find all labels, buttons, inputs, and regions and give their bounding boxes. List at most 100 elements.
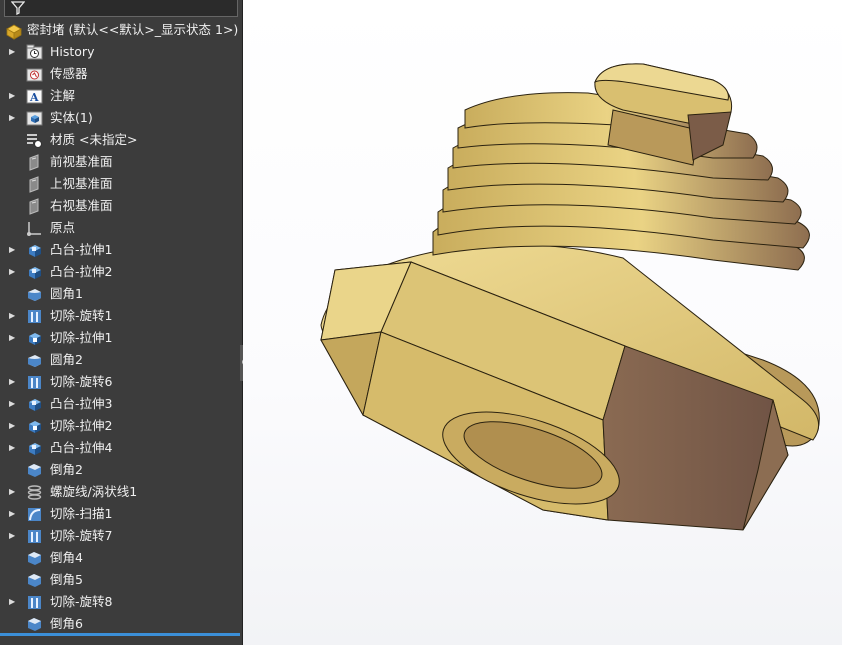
tree-item[interactable]: ▶ 实体(1) xyxy=(0,107,242,129)
tree-item-label: 切除-拉伸1 xyxy=(50,330,113,345)
tree-item[interactable]: ▶ A 注解 xyxy=(0,85,242,107)
tree-item-label: 右视基准面 xyxy=(50,198,113,213)
tree-root-part[interactable]: 密封堵 (默认<<默认>_显示状态 1>) xyxy=(0,19,242,41)
expand-arrow-icon[interactable]: ▶ xyxy=(9,239,17,261)
feature-tree: 密封堵 (默认<<默认>_显示状态 1>) ▶ History 传感器 ▶ A 注解 ▶ 实体… xyxy=(0,19,242,635)
plane-icon xyxy=(26,198,43,215)
tree-root-label: 密封堵 (默认<<默认>_显示状态 1>) xyxy=(27,22,239,37)
cut-extrude-icon xyxy=(26,418,43,435)
boss-extrude-icon xyxy=(26,264,43,281)
boss-extrude-icon xyxy=(26,242,43,259)
filter-bar[interactable] xyxy=(4,0,238,17)
tree-item-label: 圆角1 xyxy=(50,286,83,301)
tree-item[interactable]: ▶ 切除-扫描1 xyxy=(0,503,242,525)
origin-icon xyxy=(26,220,43,237)
expand-arrow-icon[interactable]: ▶ xyxy=(9,371,17,393)
boss-extrude-icon xyxy=(26,396,43,413)
tree-item-label: 切除-旋转6 xyxy=(50,374,113,389)
tree-item[interactable]: 传感器 xyxy=(0,63,242,85)
tree-item[interactable]: 前视基准面 xyxy=(0,151,242,173)
tree-item-label: 倒角5 xyxy=(50,572,83,587)
expand-arrow-icon[interactable]: ▶ xyxy=(9,107,17,129)
cut-extrude-icon xyxy=(26,330,43,347)
tree-item-label: 材质 <未指定> xyxy=(50,132,138,147)
sensors-icon xyxy=(26,66,43,83)
graphics-viewport[interactable] xyxy=(243,0,842,645)
tree-item[interactable]: ▶ 凸台-拉伸4 xyxy=(0,437,242,459)
tree-item-label: 传感器 xyxy=(50,66,88,81)
tree-item-label: 凸台-拉伸3 xyxy=(50,396,113,411)
chamfer-icon xyxy=(26,550,43,567)
tree-item[interactable]: ▶ 切除-旋转7 xyxy=(0,525,242,547)
tree-end-marker xyxy=(0,633,240,636)
material-icon xyxy=(26,132,43,149)
tree-item-label: 凸台-拉伸1 xyxy=(50,242,113,257)
fillet-icon xyxy=(26,286,43,303)
solid-bodies-icon xyxy=(26,110,43,127)
tree-item[interactable]: 圆角2 xyxy=(0,349,242,371)
helix-icon xyxy=(26,484,43,501)
tree-item-label: 切除-拉伸2 xyxy=(50,418,113,433)
filter-icon[interactable] xyxy=(11,1,25,15)
tree-item[interactable]: 倒角5 xyxy=(0,569,242,591)
expand-arrow-icon[interactable]: ▶ xyxy=(9,415,17,437)
tree-item-label: History xyxy=(50,44,95,59)
tree-item[interactable]: 倒角6 xyxy=(0,613,242,635)
expand-arrow-icon[interactable]: ▶ xyxy=(9,261,17,283)
tree-item[interactable]: ▶ 凸台-拉伸2 xyxy=(0,261,242,283)
plug-model xyxy=(320,63,820,531)
3d-model-view xyxy=(320,63,820,531)
tree-item[interactable]: 上视基准面 xyxy=(0,173,242,195)
tree-item-label: 切除-扫描1 xyxy=(50,506,113,521)
expand-arrow-icon[interactable]: ▶ xyxy=(9,525,17,547)
cut-sweep-icon xyxy=(26,506,43,523)
cut-revolve-icon xyxy=(26,528,43,545)
tree-item-label: 倒角4 xyxy=(50,550,83,565)
tree-item[interactable]: 倒角2 xyxy=(0,459,242,481)
part-icon xyxy=(5,22,22,40)
tree-item[interactable]: ▶ 切除-拉伸2 xyxy=(0,415,242,437)
tree-item-label: 切除-旋转8 xyxy=(50,594,113,609)
chamfer-icon xyxy=(26,462,43,479)
expand-arrow-icon[interactable]: ▶ xyxy=(9,85,17,107)
tree-item-label: 倒角2 xyxy=(50,462,83,477)
cut-revolve-icon xyxy=(26,594,43,611)
cut-revolve-icon xyxy=(26,374,43,391)
tree-item-label: 倒角6 xyxy=(50,616,83,631)
tree-item[interactable]: 原点 xyxy=(0,217,242,239)
tree-item[interactable]: 材质 <未指定> xyxy=(0,129,242,151)
feature-manager-panel: 密封堵 (默认<<默认>_显示状态 1>) ▶ History 传感器 ▶ A 注解 ▶ 实体… xyxy=(0,0,243,645)
tree-item-label: 凸台-拉伸2 xyxy=(50,264,113,279)
tree-item-label: 凸台-拉伸4 xyxy=(50,440,113,455)
annotations-icon: A xyxy=(26,88,43,105)
tree-item-label: 圆角2 xyxy=(50,352,83,367)
tree-item[interactable]: ▶ 切除-旋转1 xyxy=(0,305,242,327)
tree-item[interactable]: ▶ 切除-旋转6 xyxy=(0,371,242,393)
tree-item[interactable]: 倒角4 xyxy=(0,547,242,569)
tree-item[interactable]: ▶ History xyxy=(0,41,242,63)
history-folder-icon xyxy=(26,44,43,61)
expand-arrow-icon[interactable]: ▶ xyxy=(9,503,17,525)
expand-arrow-icon[interactable]: ▶ xyxy=(9,393,17,415)
expand-arrow-icon[interactable]: ▶ xyxy=(9,437,17,459)
tree-item[interactable]: ▶ 切除-旋转8 xyxy=(0,591,242,613)
tree-item[interactable]: ▶ 凸台-拉伸3 xyxy=(0,393,242,415)
expand-arrow-icon[interactable]: ▶ xyxy=(9,41,17,63)
tree-item-label: 上视基准面 xyxy=(50,176,113,191)
plane-icon xyxy=(26,154,43,171)
tree-item[interactable]: ▶ 凸台-拉伸1 xyxy=(0,239,242,261)
expand-arrow-icon[interactable]: ▶ xyxy=(9,327,17,349)
tree-item[interactable]: 圆角1 xyxy=(0,283,242,305)
expand-arrow-icon[interactable]: ▶ xyxy=(9,591,17,613)
tree-item-label: 前视基准面 xyxy=(50,154,113,169)
chamfer-icon xyxy=(26,572,43,589)
tree-item-label: 切除-旋转7 xyxy=(50,528,113,543)
tree-item[interactable]: 右视基准面 xyxy=(0,195,242,217)
tree-item-label: 原点 xyxy=(50,220,76,235)
boss-extrude-icon xyxy=(26,440,43,457)
fillet-icon xyxy=(26,352,43,369)
tree-item[interactable]: ▶ 切除-拉伸1 xyxy=(0,327,242,349)
expand-arrow-icon[interactable]: ▶ xyxy=(9,305,17,327)
tree-item[interactable]: ▶ 螺旋线/涡状线1 xyxy=(0,481,242,503)
expand-arrow-icon[interactable]: ▶ xyxy=(9,481,17,503)
